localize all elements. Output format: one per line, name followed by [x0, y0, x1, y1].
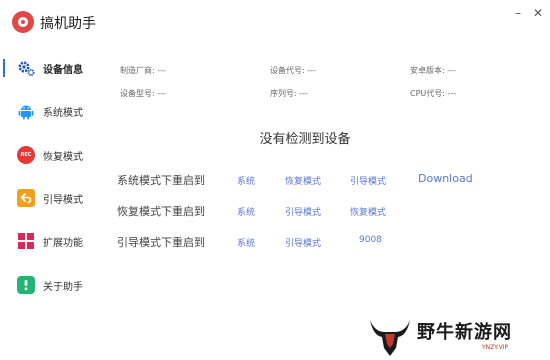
grid-icon [17, 232, 35, 250]
sidebar-item-device-info[interactable]: 设备信息 [0, 53, 98, 83]
sidebar-item-label: 系统模式 [43, 107, 83, 119]
sidebar-item-bootloader-mode[interactable]: 引导模式 [0, 183, 98, 213]
serial-field: 序列号: --- [270, 89, 308, 98]
reboot-link-bootloader[interactable]: 引导模式 [285, 205, 321, 218]
rec-icon: REC [17, 146, 35, 164]
sidebar-item-label: 恢复模式 [43, 151, 83, 163]
back-arrow-icon [17, 189, 35, 207]
info-icon [17, 276, 35, 294]
watermark-text: 野牛新游网 [417, 322, 512, 343]
watermark-logo: 野牛新游网 YNZY.VIP [362, 312, 550, 360]
reboot-row-label: 系统模式下重启到 [117, 174, 205, 187]
sidebar-item-label: 设备信息 [43, 64, 83, 76]
reboot-link-system[interactable]: 系统 [237, 174, 255, 187]
title-bar: 搞机助手 – ✕ [0, 0, 550, 44]
sidebar: 设备信息 系统模式 REC 恢复模式 引导模式 扩展功能 关于助手 [0, 44, 98, 360]
reboot-row-label: 恢复模式下重启到 [117, 205, 205, 218]
close-button[interactable]: ✕ [530, 6, 546, 20]
reboot-link-recovery[interactable]: 恢复模式 [285, 174, 321, 187]
rec-icon-text: REC [17, 146, 35, 164]
android-icon [17, 102, 35, 120]
reboot-link-bootloader[interactable]: 引导模式 [350, 174, 386, 187]
sidebar-item-label: 关于助手 [43, 281, 83, 293]
sidebar-item-label: 引导模式 [43, 194, 83, 206]
watermark-subtext: YNZY.VIP [482, 344, 509, 351]
gear-icon [17, 59, 35, 77]
sidebar-item-extensions[interactable]: 扩展功能 [0, 226, 98, 256]
reboot-link-system[interactable]: 系统 [237, 236, 255, 249]
minimize-button[interactable]: – [510, 6, 526, 20]
sidebar-item-about[interactable]: 关于助手 [0, 270, 98, 300]
android-version-field: 安卓版本: --- [410, 66, 456, 75]
reboot-link-recovery[interactable]: 恢复模式 [350, 205, 386, 218]
sidebar-item-label: 扩展功能 [43, 237, 83, 249]
reboot-link-system[interactable]: 系统 [237, 205, 255, 218]
manufacturer-field: 制造厂商: --- [120, 66, 166, 75]
bull-logo-icon [370, 320, 410, 356]
reboot-row-label: 引导模式下重启到 [117, 236, 205, 249]
reboot-link-9008[interactable]: 9008 [359, 235, 382, 245]
app-title: 搞机助手 [40, 16, 96, 32]
sidebar-item-system-mode[interactable]: 系统模式 [0, 96, 98, 126]
model-field: 设备型号: --- [120, 89, 166, 98]
app-logo-icon [12, 11, 34, 33]
cpu-code-field: CPU代号: --- [410, 89, 457, 98]
reboot-link-bootloader[interactable]: 引导模式 [285, 236, 321, 249]
device-code-field: 设备代号: --- [270, 66, 316, 75]
no-device-status: 没有检测到设备 [259, 132, 351, 147]
reboot-link-download[interactable]: Download [418, 172, 473, 185]
